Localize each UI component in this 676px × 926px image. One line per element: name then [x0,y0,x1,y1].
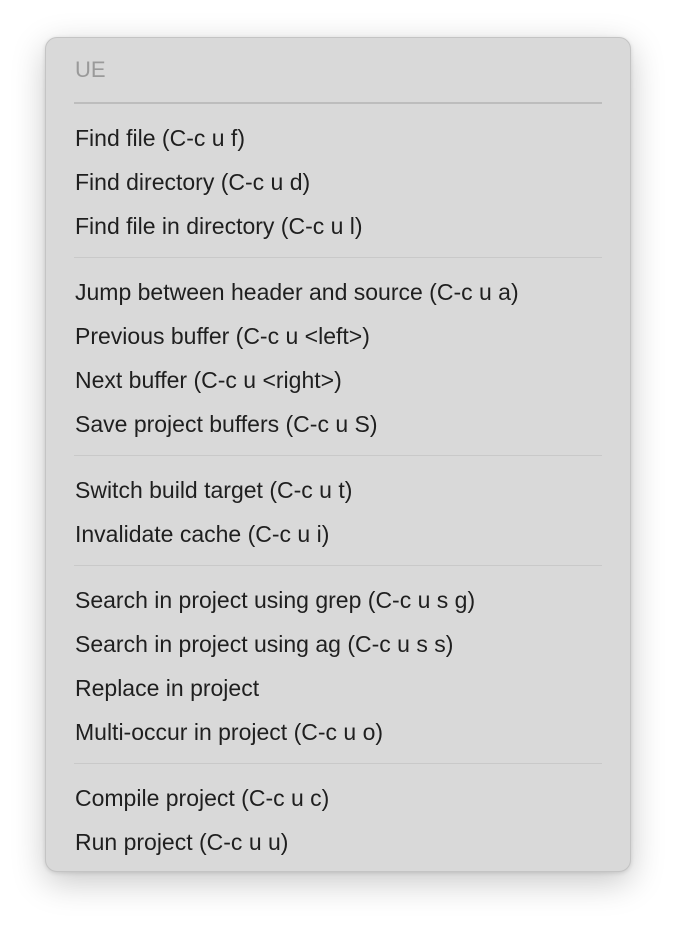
menu-item-save-project-buffers[interactable]: Save project buffers (C-c u S) [75,402,378,446]
menu-item-search-grep[interactable]: Search in project using grep (C-c u s g) [75,578,475,622]
menu-divider [74,763,602,764]
menu-item-jump-header-source[interactable]: Jump between header and source (C-c u a) [75,270,519,314]
menu-item-find-directory[interactable]: Find directory (C-c u d) [75,160,310,204]
menu-item-find-file-in-directory[interactable]: Find file in directory (C-c u l) [75,204,363,248]
menu-title-divider [74,102,602,104]
menu-item-multi-occur[interactable]: Multi-occur in project (C-c u o) [75,710,383,754]
menu-item-invalidate-cache[interactable]: Invalidate cache (C-c u i) [75,512,329,556]
menu-divider [74,455,602,456]
menu-item-next-buffer[interactable]: Next buffer (C-c u <right>) [75,358,342,402]
menu-item-run-project[interactable]: Run project (C-c u u) [75,820,288,864]
menu-divider [74,257,602,258]
menu-item-search-ag[interactable]: Search in project using ag (C-c u s s) [75,622,453,666]
menu-item-switch-build-target[interactable]: Switch build target (C-c u t) [75,468,352,512]
menu-divider [74,565,602,566]
context-menu: UE Find file (C-c u f) Find directory (C… [45,37,631,872]
menu-title: UE [75,57,106,82]
menu-item-compile-project[interactable]: Compile project (C-c u c) [75,776,329,820]
menu-item-find-file[interactable]: Find file (C-c u f) [75,116,245,160]
menu-item-replace-in-project[interactable]: Replace in project [75,666,259,710]
menu-item-previous-buffer[interactable]: Previous buffer (C-c u <left>) [75,314,370,358]
